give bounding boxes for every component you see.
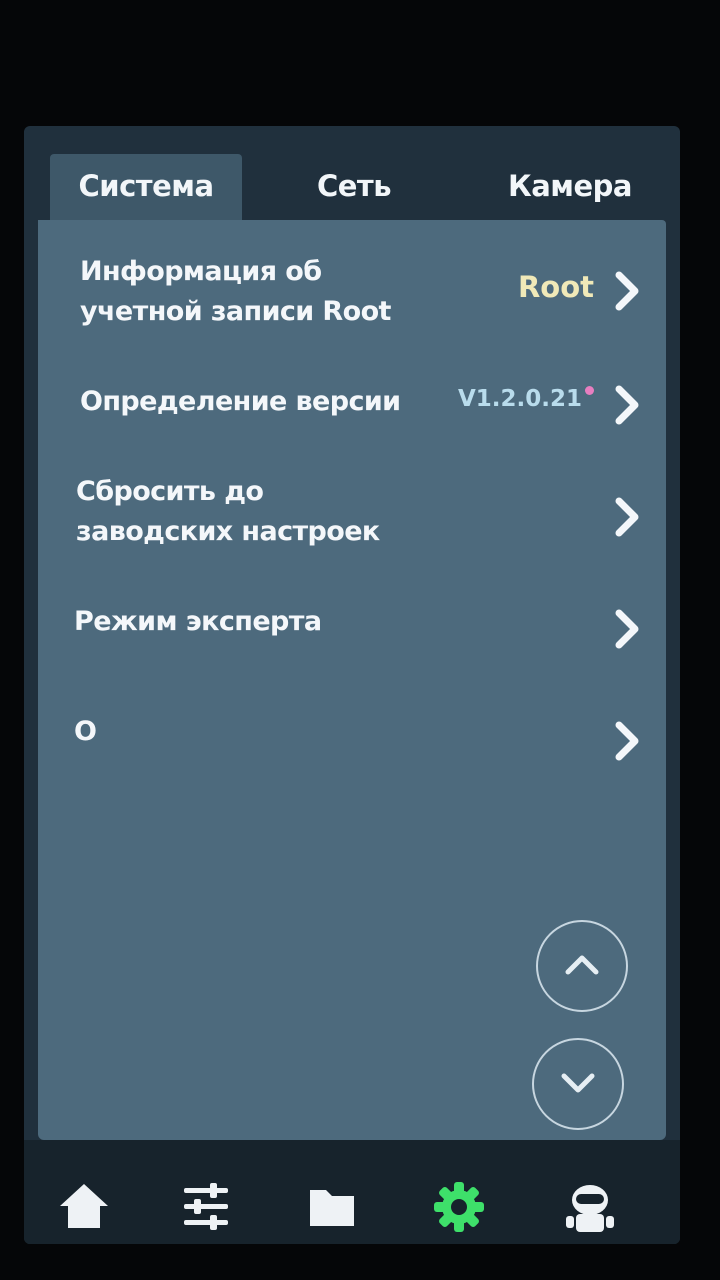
settings-item-expert-mode[interactable]: Режим эксперта: [38, 588, 666, 668]
settings-panel: Информация об учетной записи Root Root О…: [38, 220, 666, 1140]
robot-icon[interactable]: [562, 1180, 618, 1236]
chevron-down-icon: [561, 1073, 595, 1093]
settings-item-version[interactable]: Определение версии V1.2.0.21: [38, 370, 666, 440]
settings-item-label: Режим эксперта: [74, 606, 322, 637]
settings-item-label: О: [74, 716, 97, 747]
chevron-right-icon: [615, 271, 639, 311]
settings-item-factory-reset[interactable]: Сбросить до заводских настроек: [38, 460, 666, 560]
sliders-icon[interactable]: [180, 1180, 232, 1232]
home-icon[interactable]: [56, 1180, 112, 1232]
tab-network[interactable]: Сеть: [274, 154, 434, 220]
tab-bar: Система Сеть Камера: [24, 126, 680, 220]
settings-item-label: Определение версии: [80, 386, 401, 417]
settings-item-about[interactable]: О: [38, 698, 666, 778]
chevron-right-icon: [615, 609, 639, 649]
settings-item-root-account[interactable]: Информация об учетной записи Root Root: [38, 246, 666, 336]
tab-system[interactable]: Система: [50, 154, 242, 220]
chevron-right-icon: [615, 497, 639, 537]
settings-screen: Система Сеть Камера Информация об учетно…: [24, 126, 680, 1244]
version-value: V1.2.0.21: [457, 386, 582, 412]
chevron-up-icon: [565, 955, 599, 975]
chevron-right-icon: [615, 385, 639, 425]
folder-icon[interactable]: [306, 1180, 358, 1232]
scroll-up-button[interactable]: [536, 920, 628, 1012]
bottom-nav: [24, 1140, 680, 1244]
root-account-value: Root: [517, 270, 594, 304]
update-dot-badge: [585, 386, 594, 395]
tab-camera[interactable]: Камера: [474, 154, 666, 220]
settings-item-label: Информация об учетной записи Root: [80, 256, 391, 327]
settings-item-label: Сбросить до заводских настроек: [76, 476, 380, 547]
gear-icon[interactable]: [432, 1180, 486, 1234]
chevron-right-icon: [615, 721, 639, 761]
scroll-down-button[interactable]: [532, 1038, 624, 1130]
